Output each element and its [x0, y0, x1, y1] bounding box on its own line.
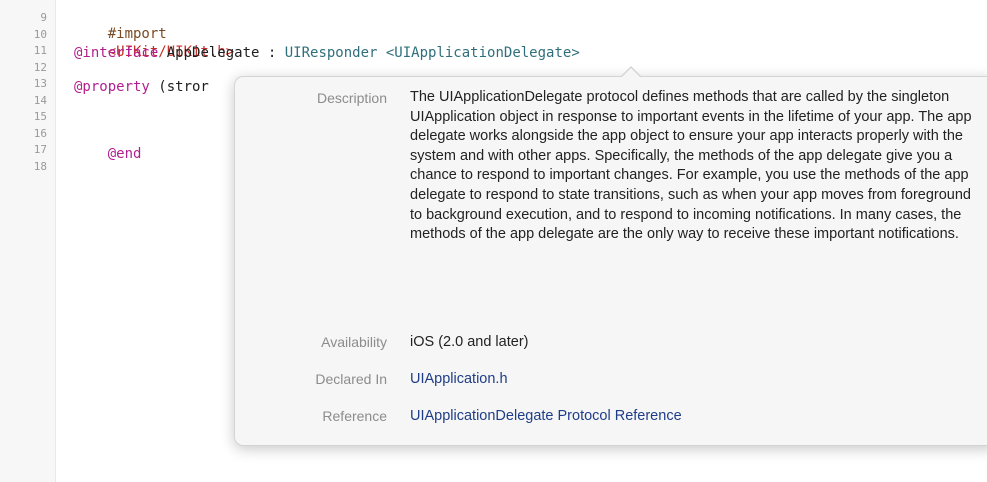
property-keyword: @property — [74, 79, 150, 95]
reference-label: Reference — [322, 408, 387, 424]
line-number: 13 — [33, 77, 47, 90]
line-number: 18 — [33, 160, 47, 173]
import-directive: #import — [107, 26, 167, 42]
line-number: 14 — [33, 94, 47, 107]
description-label: Description — [316, 90, 387, 106]
code-line-property[interactable]: @property (stror — [74, 78, 209, 96]
line-number: 15 — [33, 110, 47, 123]
code-line-import[interactable]: #import <UIKit/UIKit.h> — [74, 7, 234, 79]
line-number: 9 — [40, 11, 47, 24]
line-number-gutter: 9 10 11 12 13 14 15 16 17 18 — [0, 0, 56, 482]
code-line-end[interactable]: @end — [74, 127, 142, 181]
quick-help-popover: Description The UIApplicationDelegate pr… — [234, 66, 987, 446]
availability-value: iOS (2.0 and later) — [410, 334, 529, 350]
property-attributes: (stror — [149, 79, 209, 95]
availability-label: Availability — [321, 334, 387, 350]
interface-class-name: AppDelegate : — [158, 45, 285, 61]
popover-arrow-fill — [621, 68, 641, 78]
description-text: The UIApplicationDelegate protocol defin… — [410, 89, 972, 243]
line-number: 17 — [33, 143, 47, 156]
end-keyword: @end — [107, 146, 142, 162]
interface-superclass: UIResponder — [284, 45, 378, 61]
line-number: 12 — [33, 61, 47, 74]
line-number: 11 — [33, 44, 47, 57]
code-line-interface[interactable]: @interface AppDelegate : UIResponder <UI… — [74, 44, 580, 62]
line-number: 16 — [33, 127, 47, 140]
reference-link[interactable]: UIApplicationDelegate Protocol Reference — [410, 406, 987, 426]
interface-protocol[interactable]: <UIApplicationDelegate> — [377, 45, 580, 61]
declared-in-link[interactable]: UIApplication.h — [410, 369, 987, 389]
declared-in-label: Declared In — [315, 371, 387, 387]
line-number: 10 — [33, 28, 47, 41]
interface-keyword: @interface — [74, 45, 159, 61]
